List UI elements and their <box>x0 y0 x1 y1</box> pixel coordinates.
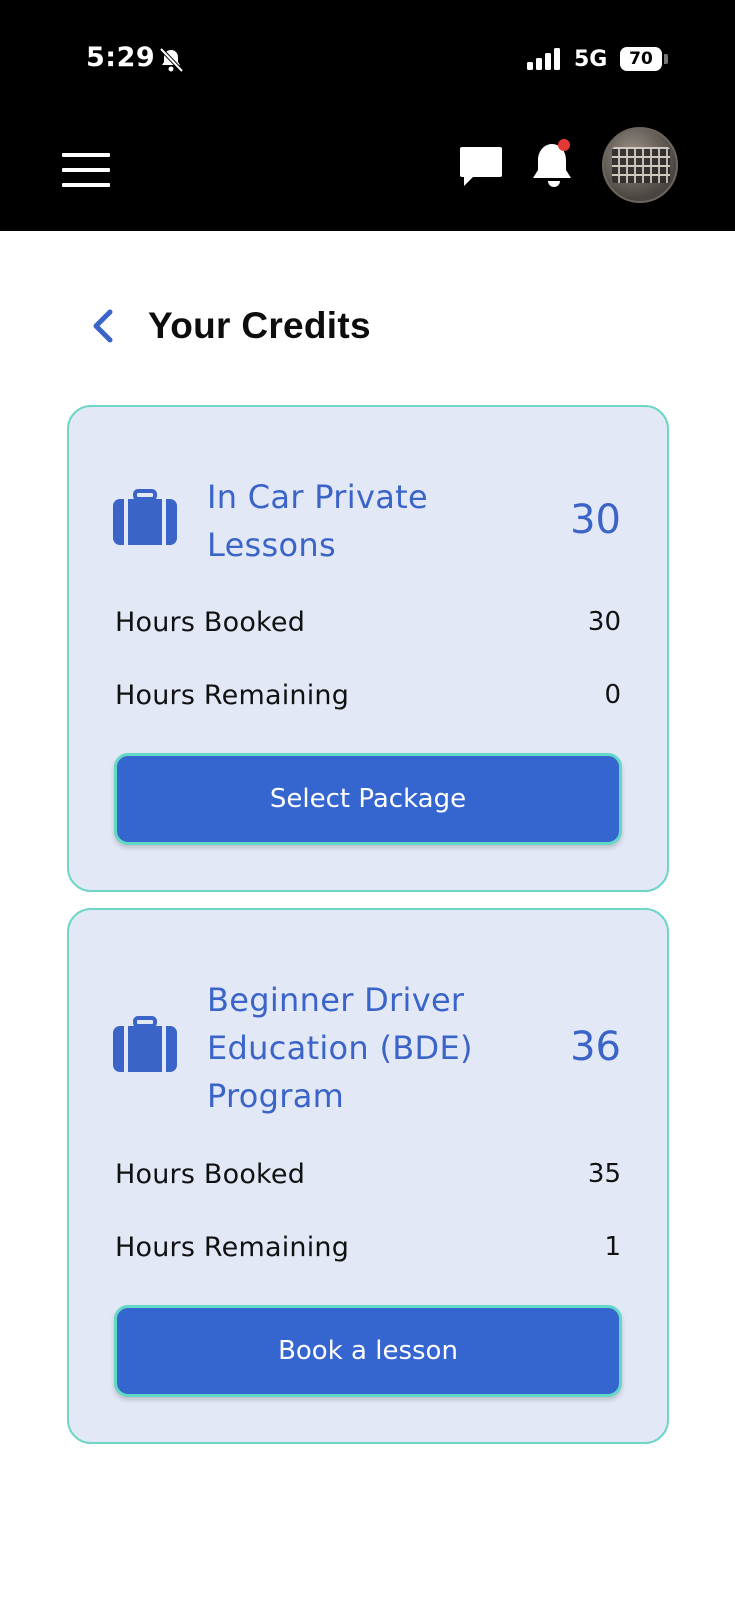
briefcase-icon <box>113 489 177 545</box>
package-name: Beginner Driver Education (BDE) Program <box>207 976 473 1120</box>
hours-booked-value: 30 <box>587 607 621 637</box>
notification-dot <box>558 139 570 151</box>
package-name-line: Beginner Driver <box>207 981 465 1019</box>
page-header: Your Credits <box>88 296 371 356</box>
battery-indicator: 70 <box>620 47 662 71</box>
chevron-left-icon[interactable] <box>88 306 118 346</box>
select-package-button[interactable]: Select Package <box>114 753 622 845</box>
status-time: 5:29 <box>86 42 156 73</box>
credit-card-in-car-private-lessons: In Car Private Lessons 30 Hours Booked 3… <box>67 405 669 892</box>
hours-booked-label: Hours Booked <box>115 607 306 638</box>
chat-bubble-icon[interactable] <box>459 145 503 187</box>
package-name-line: Lessons <box>207 526 336 564</box>
hours-remaining-value: 1 <box>604 1232 621 1262</box>
package-total-hours: 36 <box>570 1024 621 1070</box>
hours-booked-value: 35 <box>587 1159 621 1189</box>
battery-level: 70 <box>629 49 653 69</box>
book-lesson-button[interactable]: Book a lesson <box>114 1305 622 1397</box>
hours-remaining-value: 0 <box>604 680 621 710</box>
package-total-hours: 30 <box>570 497 621 543</box>
top-app-bar: 5:29 5G 70 <box>0 0 735 231</box>
hours-remaining-label: Hours Remaining <box>115 1232 350 1263</box>
bell-icon[interactable] <box>531 138 577 190</box>
package-name: In Car Private Lessons <box>207 473 428 569</box>
package-name-line: Program <box>207 1077 345 1115</box>
package-name-line: Education (BDE) <box>207 1029 473 1067</box>
signal-strength-icon <box>527 48 560 70</box>
network-type: 5G <box>574 47 608 72</box>
page-title: Your Credits <box>148 305 371 346</box>
credit-card-bde-program: Beginner Driver Education (BDE) Program … <box>67 908 669 1444</box>
hours-booked-label: Hours Booked <box>115 1159 306 1190</box>
hours-remaining-label: Hours Remaining <box>115 680 350 711</box>
briefcase-icon <box>113 1016 177 1072</box>
silent-mode-icon <box>159 47 184 73</box>
hamburger-menu-icon[interactable] <box>62 153 110 187</box>
avatar[interactable] <box>602 127 678 203</box>
package-name-line: In Car Private <box>207 478 428 516</box>
battery-cap <box>664 54 668 64</box>
